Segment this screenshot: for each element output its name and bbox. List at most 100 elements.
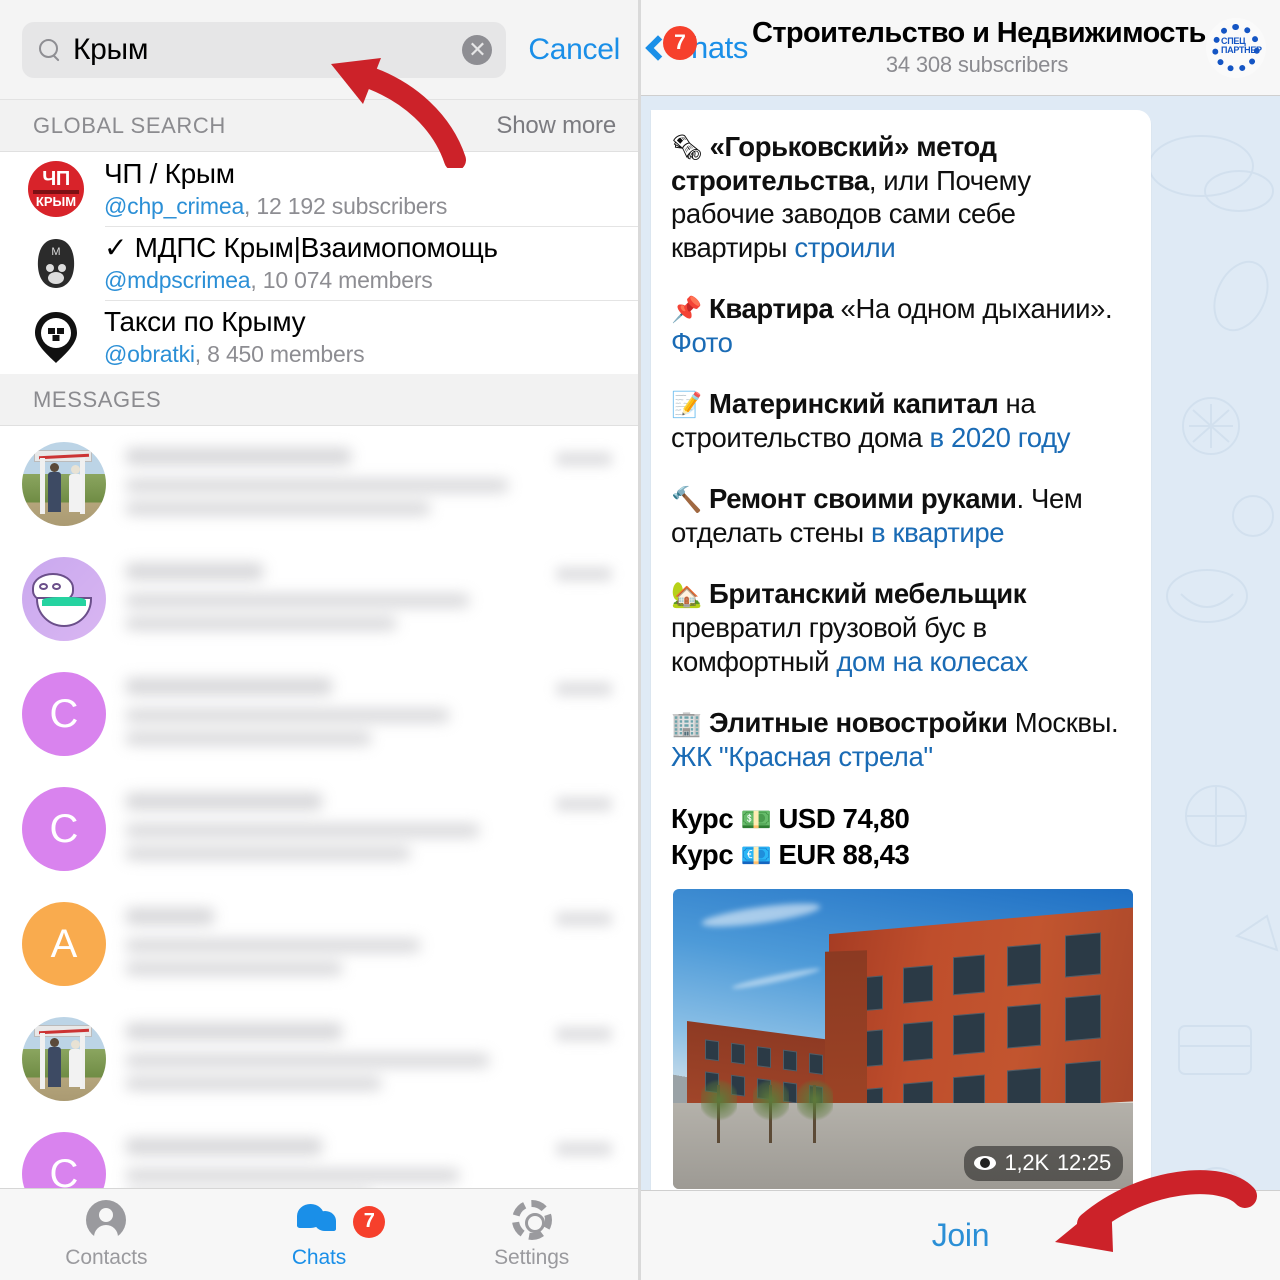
subscriber-count: 34 308 subscribers <box>885 52 1069 78</box>
search-input[interactable]: Крым ✕ <box>22 21 507 78</box>
search-result-row[interactable]: M ✓ МДПС Крым|Взаимопомощь @mdpscrimea, … <box>0 226 638 300</box>
rate-usd: Курс 💵 USD 74,80 <box>671 801 1133 837</box>
status-badge: 7 <box>353 1205 386 1238</box>
app-root: Крым ✕ Cancel GLOBAL SEARCH Show more ЧП… <box>0 0 1280 1280</box>
pushpin-emoji: 📌 <box>671 296 702 325</box>
svg-text:M: M <box>51 246 60 258</box>
message-photo[interactable]: 1,2K 12:25 <box>673 888 1133 1189</box>
messages-results: C C A C <box>0 426 638 1231</box>
messages-label: MESSAGES <box>33 386 162 412</box>
message-bold-4: Ремонт своими руками <box>708 483 1017 515</box>
join-button[interactable]: Join <box>932 1217 990 1254</box>
currency-rates: Курс 💵 USD 74,80 Курс 💶 EUR 88,43 <box>671 801 1133 873</box>
result-title: Такси по Крыму <box>104 305 306 337</box>
euro-banknote-emoji: 💶 <box>740 841 772 870</box>
list-item[interactable] <box>0 426 638 541</box>
chat-body: 🗞 «Горьковский» метод строительства, или… <box>641 96 1280 1280</box>
redacted-timestamp <box>556 567 612 581</box>
avatar-text-bottom: КРЫМ <box>35 194 77 209</box>
message-plain-2: «На одном дыхании». <box>833 293 1113 325</box>
result-meta: , 12 192 subscribers <box>244 193 448 220</box>
list-item[interactable]: C <box>0 771 638 886</box>
list-item[interactable]: C <box>0 656 638 771</box>
tab-contacts[interactable]: Contacts <box>0 1199 213 1270</box>
avatar-initial: A <box>50 921 78 966</box>
message-time: 12:25 <box>1056 1149 1111 1175</box>
message-link-4[interactable]: в квартире <box>871 517 1005 548</box>
message-bold-5: Британский мебельщик <box>708 578 1027 610</box>
message-link-1[interactable]: строили <box>794 232 895 263</box>
avatar: M <box>28 235 84 291</box>
rate-label-usd: Курс <box>671 803 734 835</box>
rate-value-usd: USD 74,80 <box>778 803 910 835</box>
page-title: Строительство и Недвижимость <box>751 16 1206 49</box>
cancel-button[interactable]: Cancel <box>528 33 620 67</box>
avatar: C <box>22 787 106 871</box>
message-link-3[interactable]: в 2020 году <box>930 422 1071 453</box>
message-item-4: 🔨 Ремонт своими руками. Чем отделать сте… <box>671 482 1133 549</box>
avatar: A <box>22 902 106 986</box>
avatar-initial: C <box>49 691 79 736</box>
gear-icon <box>511 1199 552 1240</box>
rate-label-eur: Курс <box>671 838 734 870</box>
hammer-emoji: 🔨 <box>671 486 702 515</box>
messages-header: MESSAGES <box>0 374 638 426</box>
tab-settings[interactable]: Settings <box>425 1199 638 1270</box>
avatar-text-top: ЧП <box>42 168 70 190</box>
dollar-banknote-emoji: 💵 <box>740 806 772 835</box>
message-link-2[interactable]: Фото <box>671 327 733 358</box>
chat-title-block[interactable]: Строительство и Недвижимость 34 308 subs… <box>748 17 1206 78</box>
list-item[interactable]: A <box>0 886 638 1001</box>
tab-label: Contacts <box>65 1245 148 1269</box>
back-button[interactable]: Chats 7 <box>645 25 748 66</box>
redacted-timestamp <box>556 797 612 811</box>
rate-value-eur: EUR 88,43 <box>778 838 910 870</box>
global-search-label: GLOBAL SEARCH <box>33 112 226 138</box>
search-result-row[interactable]: ЧП КРЫМ ЧП / Крым @chp_crimea, 12 192 su… <box>0 152 638 226</box>
dog-avatar-icon: M <box>37 239 75 288</box>
redacted-message-preview <box>126 902 616 975</box>
redacted-message-preview <box>126 672 616 745</box>
search-icon <box>38 38 62 62</box>
avatar <box>28 309 84 365</box>
message-link-5[interactable]: дом на колесах <box>836 646 1028 677</box>
list-item[interactable] <box>0 1001 638 1116</box>
join-bar: Join <box>641 1190 1280 1280</box>
rate-eur: Курс 💶 EUR 88,43 <box>671 837 1133 873</box>
redacted-timestamp <box>556 452 612 466</box>
redacted-timestamp <box>556 1142 612 1156</box>
message-link-6[interactable]: ЖК "Красная стрела" <box>671 741 933 772</box>
result-handle: @mdpscrimea <box>104 267 251 294</box>
unread-badge: 7 <box>663 25 697 60</box>
global-search-header: GLOBAL SEARCH Show more <box>0 100 638 152</box>
avatar <box>22 442 106 526</box>
avatar <box>22 557 106 641</box>
redacted-timestamp <box>556 682 612 696</box>
redacted-message-preview <box>126 1017 616 1090</box>
message-bold-2: Квартира <box>708 293 834 325</box>
redacted-timestamp <box>556 1027 612 1041</box>
channel-message-bubble[interactable]: 🗞 «Горьковский» метод строительства, или… <box>651 110 1151 1203</box>
channel-avatar[interactable]: СПЕЦ ПАРТНЕР <box>1206 17 1266 78</box>
message-item-5: 🏡 Британский мебельщик превратил грузово… <box>671 577 1133 678</box>
tab-label: Chats <box>291 1245 347 1269</box>
result-title: ЧП / Крым <box>104 157 235 189</box>
message-item-2: 📌 Квартира «На одном дыхании». Фото <box>671 292 1133 359</box>
result-title: ✓ МДПС Крым|Взаимопомощь <box>104 231 498 263</box>
view-count: 1,2K <box>1004 1149 1049 1175</box>
clear-icon[interactable]: ✕ <box>462 34 493 65</box>
message-item-3: 📝 Материнский капитал на строительство д… <box>671 387 1133 454</box>
avatar <box>22 1017 106 1101</box>
office-building-emoji: 🏢 <box>671 710 702 739</box>
search-query-text: Крым <box>73 32 149 66</box>
result-meta: , 8 450 members <box>194 341 365 368</box>
show-more-button[interactable]: Show more <box>496 112 616 140</box>
message-item-1: 🗞 «Горьковский» метод строительства, или… <box>671 130 1133 264</box>
logo-text-bottom: ПАРТНЕР <box>1221 44 1262 55</box>
chat-panel: Chats 7 Строительство и Недвижимость 34 … <box>641 0 1280 1280</box>
chats-icon <box>297 1200 341 1240</box>
list-item[interactable] <box>0 541 638 656</box>
avatar: C <box>22 672 106 756</box>
search-result-row[interactable]: Такси по Крыму @obratki, 8 450 members <box>0 300 638 374</box>
tab-chats[interactable]: 7 Chats <box>213 1200 426 1270</box>
